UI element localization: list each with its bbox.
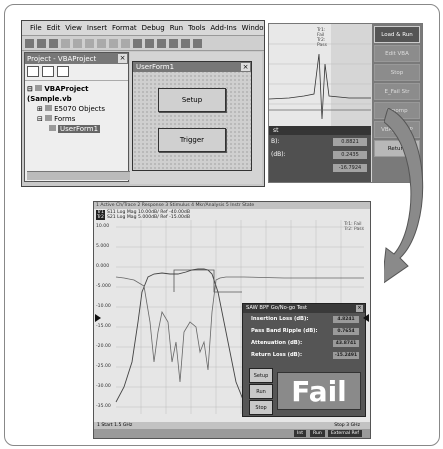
userform-title-bar: UserForm1 × [133,62,251,72]
close-icon[interactable]: × [118,54,127,63]
insert-object-icon[interactable] [37,38,46,48]
view-excel-icon[interactable] [25,38,34,48]
menu-edit[interactable]: Edit [47,24,61,32]
gonogo-result-row: Attenuation (dB): 43.8741 [243,337,365,349]
menu-debug[interactable]: Debug [142,24,165,32]
menu-view[interactable]: View [65,24,82,32]
save-icon[interactable] [49,38,58,48]
close-icon[interactable]: × [356,305,363,312]
break-icon[interactable] [145,38,154,48]
menu-tools[interactable]: Tools [188,24,205,32]
form-icon [49,125,56,131]
undo-icon[interactable] [109,38,118,48]
result-row: B): 0.8821 [269,135,371,148]
project-tree: ⊟ VBAProject (Sample.vb ⊞ E5070 Objects … [25,81,128,137]
trigger-button[interactable]: Trigger [158,128,226,152]
insertion-loss-value: 4.8241 [333,315,359,323]
toggle-folders-icon[interactable] [57,66,69,77]
gonogo-title-bar: SAW BPF Go/No-go Test × [243,304,365,313]
menu-insert[interactable]: Insert [87,24,107,32]
reference-marker-icon [363,314,369,322]
folder-icon [45,115,53,121]
tree-item-vbaproject[interactable]: ⊟ VBAProject (Sample.vb [27,84,126,104]
softkey-fail-str[interactable]: E_Fail Str [374,83,420,100]
find-icon[interactable] [97,38,106,48]
tree-item-objects[interactable]: ⊞ E5070 Objects [27,104,126,114]
menu-add-ins[interactable]: Add-Ins [210,24,236,32]
status-tag: External Ref [328,430,362,437]
run-icon[interactable] [133,38,142,48]
trace-status-labels: Tr1: Fail Tr2: Pass [317,28,327,48]
curved-arrow-icon [384,108,424,284]
close-icon[interactable]: × [241,63,250,71]
menu-run[interactable]: Run [170,24,183,32]
properties-icon[interactable] [193,38,202,48]
status-tag: Int [294,430,307,437]
status-tag: Run [310,430,325,437]
tree-item-userform1[interactable]: UserForm1 [27,124,126,134]
project-explorer-title: Project - VBAProject × [25,53,128,64]
vba-editor-window: File Edit View Insert Format Debug Run T… [21,20,265,187]
fail-indicator: Fail [277,372,361,410]
result-row: (dB): 0.2435 [269,148,371,161]
analyzer-full-screen: 1 Active Ch/Trace 2 Response 3 Stimulus … [93,201,371,439]
menu-window[interactable]: Window [242,24,264,32]
reset-icon[interactable] [157,38,166,48]
result-row: -16.7924 [269,161,371,174]
userform-designer: UserForm1 × Setup Trigger [132,61,252,171]
attenuation-value: 43.8741 [333,339,359,347]
ripple-value: 0.7654 [333,327,359,335]
vba-toolbar [22,36,264,51]
project-icon [35,85,43,91]
gonogo-result-row: Pass Band Ripple (dB): 0.7654 [243,325,365,337]
horizontal-scrollbar[interactable] [27,171,130,180]
stop-button[interactable]: Stop [249,400,273,415]
setup-button[interactable]: Setup [249,368,273,383]
paste-icon[interactable] [85,38,94,48]
gonogo-result-row: Return Loss (dB): -15.2491 [251,351,359,359]
folder-icon [45,105,53,111]
copy-icon[interactable] [73,38,82,48]
vba-menubar: File Edit View Insert Format Debug Run T… [22,21,264,36]
setup-button[interactable]: Setup [158,88,226,112]
softkey-load-run[interactable]: Load & Run [374,26,420,43]
instrument-bottom-bar: Int Run External Ref [94,429,370,438]
run-button[interactable]: Run [249,384,273,399]
results-dialog-title: st [269,126,371,135]
cut-icon[interactable] [61,38,70,48]
view-object-icon[interactable] [42,66,54,77]
results-dialog-crop: st B): 0.8821 (dB): 0.2435 -16.7924 [269,126,371,182]
gonogo-test-dialog: SAW BPF Go/No-go Test × Insertion Loss (… [242,303,366,417]
reference-marker-icon [95,314,101,322]
design-mode-icon[interactable] [169,38,178,48]
redo-icon[interactable] [121,38,130,48]
menu-file[interactable]: File [30,24,42,32]
tree-item-forms[interactable]: ⊟ Forms [27,114,126,124]
return-loss-value: -15.2491 [333,351,359,359]
project-explorer-pane: Project - VBAProject × ⊟ VBAProject (Sam… [24,52,130,182]
view-code-icon[interactable] [27,66,39,77]
menu-format[interactable]: Format [112,24,137,32]
softkey-stop[interactable]: Stop [374,64,420,81]
gonogo-result-row: Insertion Loss (dB): 4.8241 [243,313,365,325]
project-explorer-toolbar [25,64,128,81]
project-explorer-icon[interactable] [181,38,190,48]
softkey-edit-vba[interactable]: Edit VBA [374,45,420,62]
status-bar: 1 Start 1.5 GHz Stop 3 GHz [94,422,370,429]
